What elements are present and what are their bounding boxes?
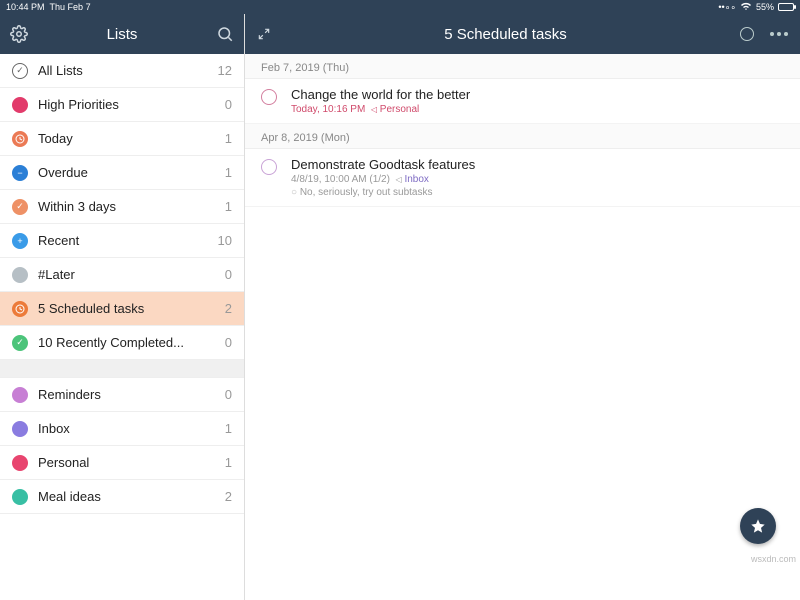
sidebar-list-scroll[interactable]: ✓All Lists12High Priorities0Today1−Overd…: [0, 54, 244, 600]
list-label: Inbox: [38, 421, 225, 436]
sidebar-item[interactable]: 5 Scheduled tasks2: [0, 292, 244, 326]
watermark: wsxdn.com: [751, 554, 796, 564]
list-icon: ✓: [12, 63, 28, 79]
task-meta: Today, 10:16 PM ◁ Personal: [291, 104, 784, 115]
task-group-header: Feb 7, 2019 (Thu): [245, 54, 800, 79]
search-icon[interactable]: [216, 25, 234, 43]
list-count: 1: [225, 421, 232, 436]
list-icon: [12, 301, 28, 317]
list-count: 2: [225, 301, 232, 316]
list-icon: +: [12, 233, 28, 249]
battery-icon: [778, 3, 794, 11]
expand-icon[interactable]: [257, 27, 271, 41]
sidebar-item[interactable]: ✓ All Lists12: [0, 54, 244, 88]
sidebar-header: Lists: [0, 14, 244, 54]
list-count: 12: [218, 63, 232, 78]
progress-ring-icon[interactable]: [740, 27, 754, 41]
sidebar-item[interactable]: −Overdue1: [0, 156, 244, 190]
list-label: Personal: [38, 455, 225, 470]
wifi-icon: [740, 2, 752, 13]
list-count: 10: [218, 233, 232, 248]
signal-icon: ••∘∘: [718, 2, 736, 13]
list-count: 1: [225, 165, 232, 180]
list-icon: −: [12, 165, 28, 181]
sidebar-item[interactable]: Reminders0: [0, 378, 244, 412]
list-label: High Priorities: [38, 97, 225, 112]
list-label: #Later: [38, 267, 225, 282]
list-label: Recent: [38, 233, 218, 248]
sidebar-item[interactable]: Personal1: [0, 446, 244, 480]
sidebar-title: Lists: [28, 26, 216, 43]
task-row[interactable]: Demonstrate Goodtask features 4/8/19, 10:…: [245, 149, 800, 207]
status-time: 10:44 PM Thu Feb 7: [6, 2, 91, 12]
list-count: 0: [225, 335, 232, 350]
list-label: All Lists: [38, 63, 218, 78]
sidebar-item[interactable]: Meal ideas2: [0, 480, 244, 514]
task-title: Demonstrate Goodtask features: [291, 157, 784, 172]
list-icon: [12, 267, 28, 283]
sidebar-item[interactable]: Inbox1: [0, 412, 244, 446]
gear-icon[interactable]: [10, 25, 28, 43]
battery-percent: 55%: [756, 2, 774, 12]
list-label: Today: [38, 131, 225, 146]
main-title: 5 Scheduled tasks: [271, 26, 740, 43]
list-count: 1: [225, 131, 232, 146]
sidebar-item[interactable]: Today1: [0, 122, 244, 156]
sidebar-item[interactable]: ✓ Within 3 days1: [0, 190, 244, 224]
list-label: Meal ideas: [38, 489, 225, 504]
list-count: 1: [225, 199, 232, 214]
list-count: 1: [225, 455, 232, 470]
task-subtask: No, seriously, try out subtasks: [291, 187, 784, 198]
task-checkbox[interactable]: [261, 89, 277, 105]
list-count: 0: [225, 97, 232, 112]
sidebar-item[interactable]: ✓ 10 Recently Completed...0: [0, 326, 244, 360]
list-label: Reminders: [38, 387, 225, 402]
task-title: Change the world for the better: [291, 87, 784, 102]
list-icon: [12, 97, 28, 113]
list-icon: [12, 489, 28, 505]
list-label: Overdue: [38, 165, 225, 180]
sidebar-item[interactable]: High Priorities0: [0, 88, 244, 122]
sidebar-item[interactable]: #Later0: [0, 258, 244, 292]
list-icon: [12, 131, 28, 147]
section-divider: [0, 360, 244, 378]
list-label: 10 Recently Completed...: [38, 335, 225, 350]
more-icon[interactable]: [770, 32, 788, 36]
list-icon: [12, 455, 28, 471]
task-list[interactable]: Feb 7, 2019 (Thu)Change the world for th…: [245, 54, 800, 600]
sidebar: Lists ✓All Lists12High Priorities0Today1…: [0, 14, 245, 600]
main-panel: 5 Scheduled tasks Feb 7, 2019 (Thu)Chang…: [245, 14, 800, 600]
list-label: 5 Scheduled tasks: [38, 301, 225, 316]
list-label: Within 3 days: [38, 199, 225, 214]
list-count: 2: [225, 489, 232, 504]
list-count: 0: [225, 267, 232, 282]
main-header: 5 Scheduled tasks: [245, 14, 800, 54]
task-group-header: Apr 8, 2019 (Mon): [245, 124, 800, 149]
list-icon: ✓: [12, 335, 28, 351]
task-meta: 4/8/19, 10:00 AM (1/2) ◁ Inbox: [291, 174, 784, 185]
list-count: 0: [225, 387, 232, 402]
fab-star-button[interactable]: [740, 508, 776, 544]
list-icon: ✓: [12, 199, 28, 215]
task-checkbox[interactable]: [261, 159, 277, 175]
status-bar: 10:44 PM Thu Feb 7 ••∘∘ 55%: [0, 0, 800, 14]
task-row[interactable]: Change the world for the better Today, 10…: [245, 79, 800, 124]
list-icon: [12, 421, 28, 437]
sidebar-item[interactable]: + Recent10: [0, 224, 244, 258]
list-icon: [12, 387, 28, 403]
